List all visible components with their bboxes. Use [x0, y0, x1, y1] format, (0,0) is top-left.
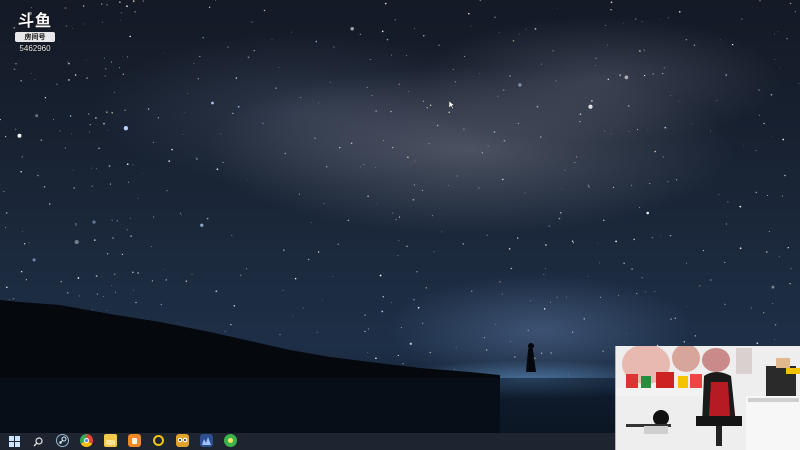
- webcam-overlay: [615, 346, 800, 450]
- orange-app-icon: [127, 434, 141, 447]
- douyu-watermark: 斗鱼 房间号 5462960: [12, 12, 58, 54]
- chrome-button[interactable]: [74, 433, 98, 450]
- room-tag: 房间号: [15, 32, 55, 42]
- folder-button[interactable]: [98, 433, 122, 450]
- windows-logo-icon: [8, 436, 20, 447]
- douyu-logo: 斗鱼: [17, 11, 52, 30]
- person-silhouette: [526, 346, 536, 372]
- steam-button[interactable]: [50, 433, 74, 450]
- chrome-icon: [79, 434, 93, 447]
- blue-app-button[interactable]: [194, 433, 218, 450]
- webcam-scene: [616, 346, 800, 450]
- search-icon: [33, 436, 43, 446]
- orange-app-button[interactable]: [122, 433, 146, 450]
- owl-icon: [175, 434, 189, 447]
- blue-app-icon: [199, 434, 213, 447]
- circle-app-button[interactable]: [146, 433, 170, 450]
- taskbar: [0, 433, 615, 450]
- start-button[interactable]: [2, 433, 26, 450]
- green-app-button[interactable]: [218, 433, 242, 450]
- mouse-cursor-icon: [449, 101, 455, 109]
- green-app-icon: [223, 434, 237, 447]
- owl-app-button[interactable]: [170, 433, 194, 450]
- room-number: 5462960: [19, 44, 51, 53]
- folder-icon: [103, 434, 117, 447]
- ring-app-icon: [151, 434, 165, 447]
- search-button[interactable]: [26, 433, 50, 450]
- steam-icon: [55, 434, 69, 447]
